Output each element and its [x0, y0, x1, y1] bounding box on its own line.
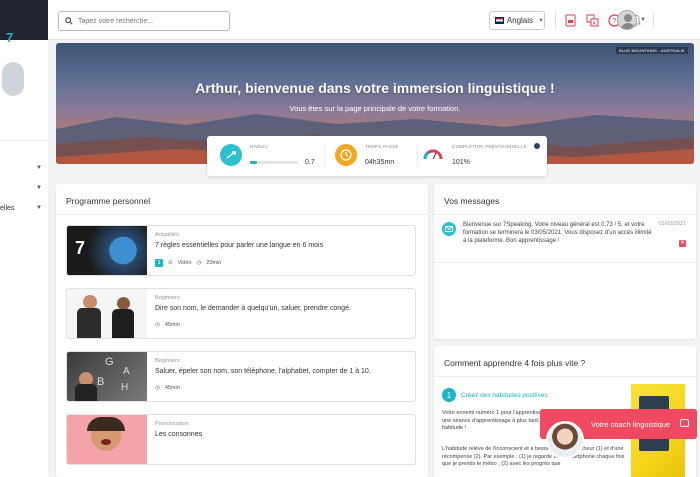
- seven-logo: 7: [75, 238, 86, 258]
- level-icon: [220, 144, 242, 166]
- tips-title: Comment apprendre 4 fois plus vite ?: [444, 358, 586, 368]
- tip-paragraph: L'habitude relève de l'inconscient et a …: [442, 446, 625, 467]
- stat-niveau: NIVEAU 0.7: [220, 142, 320, 170]
- delete-message-icon[interactable]: ✕: [679, 240, 686, 247]
- alphabet-thumbnail: G A B H: [67, 352, 147, 401]
- info-icon[interactable]: [534, 143, 540, 149]
- svg-text:?: ?: [612, 18, 616, 25]
- divider: [653, 12, 654, 28]
- item-title: Les consonnes: [155, 431, 203, 438]
- welcome-subtitle: Vous êtes sur la page principale de votr…: [289, 104, 461, 113]
- chevron-down-icon: ▼: [36, 165, 42, 171]
- coach-avatar[interactable]: [546, 421, 584, 459]
- divider: [555, 12, 556, 28]
- search-icon: [65, 17, 73, 25]
- handshake-thumbnail: [67, 289, 147, 338]
- welcome-title: Arthur, bienvenue dans votre immersion l…: [195, 80, 555, 96]
- divider: [434, 376, 696, 377]
- tip-number: 1: [442, 388, 456, 402]
- mail-icon: [442, 222, 456, 236]
- sidebar: 7 ▼ ▼ elles ▼: [0, 0, 48, 477]
- divider: [0, 140, 48, 141]
- programme-item[interactable]: Prononciation Les consonnes: [66, 414, 416, 465]
- chat-icon: [680, 419, 689, 427]
- chevron-down-icon: ▼: [36, 185, 42, 191]
- divider: [434, 262, 696, 263]
- item-category: Beginners: [155, 358, 180, 364]
- item-category: Prononciation: [155, 421, 189, 427]
- completion-gauge-icon: [422, 144, 444, 166]
- coach-label: Votre coach linguistique: [591, 419, 671, 429]
- search-input[interactable]: [78, 17, 218, 25]
- divider: [324, 144, 325, 168]
- divider: [434, 214, 696, 215]
- level-progress-fill: [250, 161, 257, 164]
- stat-label: NIVEAU: [250, 144, 268, 149]
- programme-item[interactable]: G A B H Beginners Saluer, épeler son nom…: [66, 351, 416, 402]
- item-duration: 20min: [206, 260, 222, 266]
- stat-value: 0.7: [305, 159, 315, 166]
- stats-panel: NIVEAU 0.7 TEMPS PASSÉ 04h35mn COMPLÉTIO…: [207, 136, 547, 176]
- sidebar-collapse-button[interactable]: [2, 62, 24, 96]
- item-type: Vidéo: [177, 260, 192, 266]
- brand-logo[interactable]: 7: [6, 30, 13, 45]
- item-title: Dire son nom, le demander à quelqu'un, s…: [155, 305, 351, 312]
- item-title: 7 règles essentielles pour parler une la…: [155, 242, 324, 249]
- stat-value: 04h35mn: [365, 159, 395, 166]
- item-category: Actualités: [155, 232, 179, 238]
- chevron-down-icon[interactable]: ▼: [640, 17, 646, 23]
- programme-card: Programme personnel 7 Actualités 7 règle…: [56, 184, 428, 477]
- item-duration: 45min: [164, 322, 180, 328]
- item-category: Beginners: [155, 295, 180, 301]
- messages-card: Vos messages Bienvenue sur 7Speaking. Vo…: [434, 184, 696, 339]
- divider: [56, 214, 428, 215]
- programme-item[interactable]: Beginners Dire son nom, le demander à qu…: [66, 288, 416, 339]
- chevron-down-icon: ▼: [36, 205, 42, 211]
- message-date: 01/02/2021: [658, 221, 686, 227]
- divider: [417, 144, 418, 168]
- clock-icon: ◷: [155, 385, 160, 391]
- language-label: Anglais: [506, 16, 534, 25]
- sidebar-item-label: elles: [0, 205, 15, 212]
- globe-thumbnail: 7: [67, 226, 147, 275]
- chevron-down-icon: ▼: [538, 17, 544, 24]
- document-icon[interactable]: [563, 13, 577, 27]
- top-header: Anglais ▼ A ? ▼: [48, 0, 700, 40]
- messages-title: Vos messages: [444, 196, 500, 206]
- item-badge: 3: [155, 259, 163, 267]
- level-progress-bar: [250, 161, 298, 164]
- item-meta: ◷ 45min: [155, 385, 180, 391]
- item-duration: 45min: [164, 385, 180, 391]
- clock-icon: ◷: [196, 260, 202, 266]
- uk-flag-icon: [495, 17, 504, 24]
- clock-icon: ◷: [155, 322, 160, 328]
- programme-item[interactable]: 7 Actualités 7 règles essentielles pour …: [66, 225, 416, 276]
- item-meta: ◷ 45min: [155, 322, 180, 328]
- language-select[interactable]: Anglais ▼: [489, 11, 545, 30]
- tip-subtitle: Créez des habitudes positives: [461, 392, 548, 399]
- translate-icon[interactable]: A: [585, 13, 599, 27]
- stat-completion: COMPLÉTION PRÉVISIONNELLE 101%: [422, 142, 542, 170]
- clock-icon: [335, 144, 357, 166]
- programme-title: Programme personnel: [66, 196, 151, 206]
- stat-label: TEMPS PASSÉ: [365, 144, 399, 149]
- item-meta: 3 ⊙ Vidéo ◷ 20min: [155, 259, 221, 267]
- sidebar-item-3[interactable]: elles ▼: [0, 205, 46, 212]
- stat-value: 101%: [452, 159, 470, 166]
- message-text: Bienvenue sur 7Speaking. Votre niveau gé…: [463, 222, 652, 244]
- photo-credit: BLUE MOUNTAINS - AUSTRALIE: [615, 47, 688, 54]
- search-box[interactable]: [58, 11, 230, 31]
- stat-temps: TEMPS PASSÉ 04h35mn: [335, 142, 425, 170]
- item-title: Saluer, épeler son nom, son téléphone, l…: [155, 368, 371, 375]
- stat-label: COMPLÉTION PRÉVISIONNELLE: [452, 144, 527, 149]
- user-avatar[interactable]: [617, 10, 637, 30]
- pronunciation-thumbnail: [67, 415, 147, 464]
- video-icon: ⊙: [168, 260, 173, 266]
